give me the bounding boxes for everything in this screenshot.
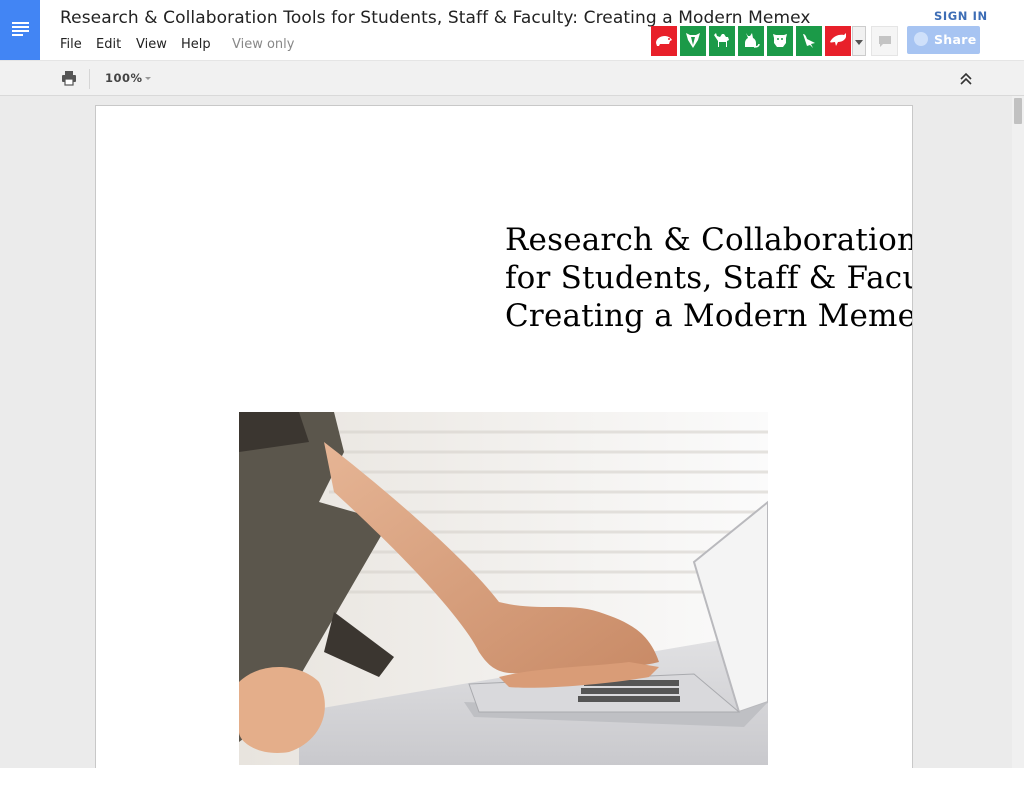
share-button[interactable]: Share bbox=[907, 26, 980, 54]
document-heading-line: Creating a Modern Memex bbox=[505, 298, 913, 334]
sign-in-button[interactable]: SIGN IN bbox=[934, 9, 988, 23]
rodent-icon[interactable] bbox=[651, 26, 677, 56]
document-page: Research & Collaboration Tools for Stude… bbox=[95, 105, 913, 768]
menu-view[interactable]: View bbox=[136, 37, 167, 52]
print-icon[interactable] bbox=[60, 69, 78, 87]
view-only-label: View only bbox=[232, 37, 295, 52]
laptop-photo bbox=[239, 412, 768, 765]
camel-icon[interactable] bbox=[709, 26, 735, 56]
document-canvas[interactable]: Research & Collaboration Tools for Stude… bbox=[0, 96, 1024, 768]
bottom-strip bbox=[0, 768, 1024, 785]
scrollbar-thumb[interactable] bbox=[1014, 98, 1022, 124]
cow-icon[interactable] bbox=[767, 26, 793, 56]
app-header: Research & Collaboration Tools for Stude… bbox=[0, 0, 1024, 60]
toolbar-divider bbox=[89, 69, 90, 89]
bird-icon[interactable] bbox=[796, 26, 822, 56]
docs-logo-icon[interactable] bbox=[0, 0, 40, 60]
menu-edit[interactable]: Edit bbox=[96, 37, 121, 52]
zoom-select[interactable]: 100% bbox=[105, 71, 143, 85]
collapse-menus-icon[interactable] bbox=[958, 71, 974, 87]
document-title: Research & Collaboration Tools for Stude… bbox=[60, 8, 811, 28]
document-heading-line: for Students, Staff & Faculty: bbox=[505, 260, 912, 296]
menu-help[interactable]: Help bbox=[181, 37, 211, 52]
comment-icon bbox=[879, 36, 891, 47]
dolphin-icon[interactable] bbox=[825, 26, 851, 56]
share-label: Share bbox=[934, 32, 977, 47]
cat-icon[interactable] bbox=[738, 26, 764, 56]
vertical-scrollbar[interactable] bbox=[1012, 96, 1024, 768]
badger-icon[interactable] bbox=[680, 26, 706, 56]
comments-button[interactable] bbox=[871, 26, 898, 56]
document-heading-line: Research & Collaboration Tools bbox=[505, 222, 913, 258]
menu-file[interactable]: File bbox=[60, 37, 82, 52]
globe-icon bbox=[914, 32, 928, 46]
chevron-down-icon[interactable] bbox=[145, 77, 151, 80]
toolbar: 100% bbox=[0, 60, 1024, 96]
extensions-dropdown-button[interactable] bbox=[852, 26, 866, 56]
